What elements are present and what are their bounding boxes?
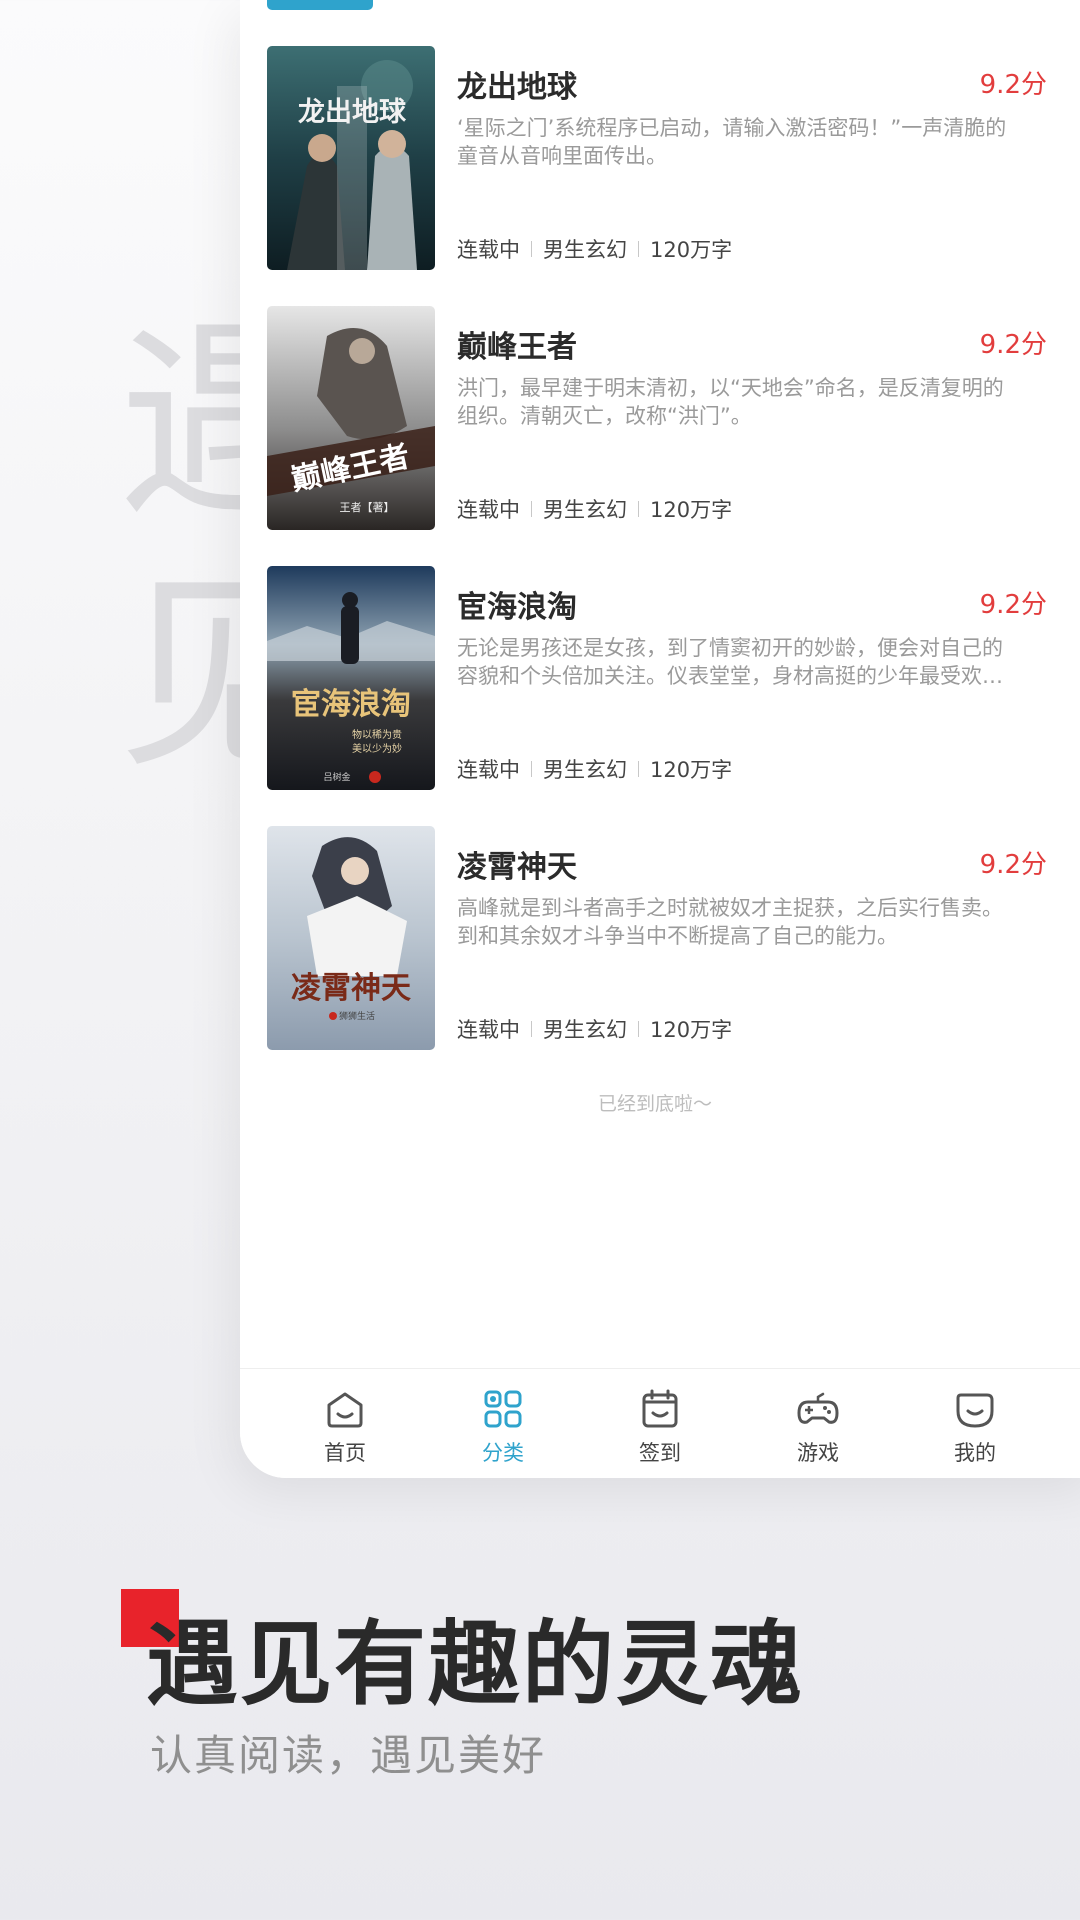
tab-label: 首页 <box>324 1441 366 1465</box>
book-category: 男生玄幻 <box>543 238 627 262</box>
end-of-list-hint: 已经到底啦～ <box>597 1093 712 1115</box>
cover-author: 狮狮生活 <box>339 1010 375 1022</box>
top-tab-indicator <box>267 0 373 10</box>
book-category: 男生玄幻 <box>543 758 627 782</box>
book-item[interactable]: 凌霄神天 狮狮生活 凌霄神天 9.2分 高峰就是到斗者高手之时就被奴才主捉获，之… <box>267 826 1047 1050</box>
book-status: 连载中 <box>457 238 520 262</box>
meta-divider <box>638 1021 639 1037</box>
cover-subtitle: 美以少为妙 <box>352 742 402 755</box>
book-title[interactable]: 宦海浪淘 <box>457 582 577 626</box>
book-word-count: 120万字 <box>650 1018 733 1042</box>
book-cover[interactable]: 凌霄神天 狮狮生活 <box>267 826 435 1050</box>
bottom-tab-bar: 首页 分类 签到 游戏 我的 <box>240 1368 1080 1478</box>
book-cover[interactable]: 巅峰王者 王者【著】 <box>267 306 435 530</box>
promo-headline: 遇见有趣的灵魂 <box>146 1611 805 1718</box>
book-item[interactable]: 龙出地球 龙出地球 9.2分 ‘星际之门’系统程序已启动，请输入激活密码！”一声… <box>267 46 1047 270</box>
meta-divider <box>638 761 639 777</box>
book-description: 洪门，最早建于明末清初，以“天地会”命名，是反清复明的组织。清朝灭亡，改称“洪门… <box>457 376 1004 428</box>
cover-author: 吕树金 <box>323 771 350 783</box>
cover-title: 宦海浪淘 <box>291 687 411 722</box>
meta-divider <box>638 501 639 517</box>
book-title[interactable]: 凌霄神天 <box>457 842 577 886</box>
cover-title: 凌霄神天 <box>291 971 411 1006</box>
book-word-count: 120万字 <box>650 758 733 782</box>
gamepad-icon <box>797 1392 839 1424</box>
book-status: 连载中 <box>457 1018 520 1042</box>
book-word-count: 120万字 <box>650 498 733 522</box>
meta-divider <box>531 1021 532 1037</box>
book-description: 高峰就是到斗者高手之时就被奴才主捉获，之后实行售卖。到和其余奴才斗争当中不断提高… <box>457 896 1003 948</box>
book-score: 9.2分 <box>979 330 1047 360</box>
book-item[interactable]: 巅峰王者 王者【著】 巅峰王者 9.2分 洪门，最早建于明末清初，以“天地会”命… <box>267 306 1047 530</box>
meta-divider <box>531 501 532 517</box>
cover-subtitle: 物以稀为贵 <box>352 728 402 741</box>
meta-divider <box>531 241 532 257</box>
book-title[interactable]: 巅峰王者 <box>457 322 577 366</box>
tab-profile[interactable]: 我的 <box>915 1387 1035 1467</box>
book-category: 男生玄幻 <box>543 498 627 522</box>
tab-label: 签到 <box>639 1441 681 1465</box>
tab-home[interactable]: 首页 <box>285 1387 405 1467</box>
book-word-count: 120万字 <box>650 238 733 262</box>
book-meta: 连载中 男生玄幻 120万字 <box>457 234 732 264</box>
book-meta: 连载中 男生玄幻 120万字 <box>457 1014 732 1044</box>
book-meta: 连载中 男生玄幻 120万字 <box>457 494 732 524</box>
home-icon <box>327 1392 363 1428</box>
book-category: 男生玄幻 <box>543 1018 627 1042</box>
book-cover[interactable]: 宦海浪淘 物以稀为贵 美以少为妙 吕树金 <box>267 566 435 790</box>
meta-divider <box>531 761 532 777</box>
profile-icon <box>956 1393 994 1428</box>
tab-games[interactable]: 游戏 <box>758 1387 878 1467</box>
book-score: 9.2分 <box>979 590 1047 620</box>
book-item[interactable]: 宦海浪淘 物以稀为贵 美以少为妙 吕树金 宦海浪淘 9.2分 无论是男孩还是女孩… <box>267 566 1047 790</box>
tab-label: 分类 <box>482 1441 524 1465</box>
book-score: 9.2分 <box>979 70 1047 100</box>
book-status: 连载中 <box>457 758 520 782</box>
promo-subline: 认真阅读，遇见美好 <box>150 1731 547 1780</box>
book-score: 9.2分 <box>979 850 1047 880</box>
book-status: 连载中 <box>457 498 520 522</box>
meta-divider <box>638 241 639 257</box>
tab-checkin[interactable]: 签到 <box>600 1387 720 1467</box>
book-list: 龙出地球 龙出地球 9.2分 ‘星际之门’系统程序已启动，请输入激活密码！”一声… <box>267 46 1047 1086</box>
book-meta: 连载中 男生玄幻 120万字 <box>457 754 732 784</box>
tab-category[interactable]: 分类 <box>443 1387 563 1467</box>
book-cover[interactable]: 龙出地球 <box>267 46 435 270</box>
book-title[interactable]: 龙出地球 <box>457 62 577 106</box>
book-description: ‘星际之门’系统程序已启动，请输入激活密码！”一声清脆的童音从音响里面传出。 <box>457 116 1007 168</box>
calendar-checkin-icon <box>642 1389 678 1428</box>
category-grid-icon <box>484 1390 522 1428</box>
cover-author: 王者【著】 <box>340 500 395 514</box>
tab-label: 我的 <box>954 1441 996 1465</box>
tab-label: 游戏 <box>797 1441 839 1465</box>
book-description: 无论是男孩还是女孩，到了情窦初开的妙龄，便会对自己的容貌和个头倍加关注。仪表堂堂… <box>457 636 1003 688</box>
phone-screen: 龙出地球 龙出地球 9.2分 ‘星际之门’系统程序已启动，请输入激活密码！”一声… <box>240 0 1080 1478</box>
cover-title-char: 龙出地球 <box>298 97 407 128</box>
